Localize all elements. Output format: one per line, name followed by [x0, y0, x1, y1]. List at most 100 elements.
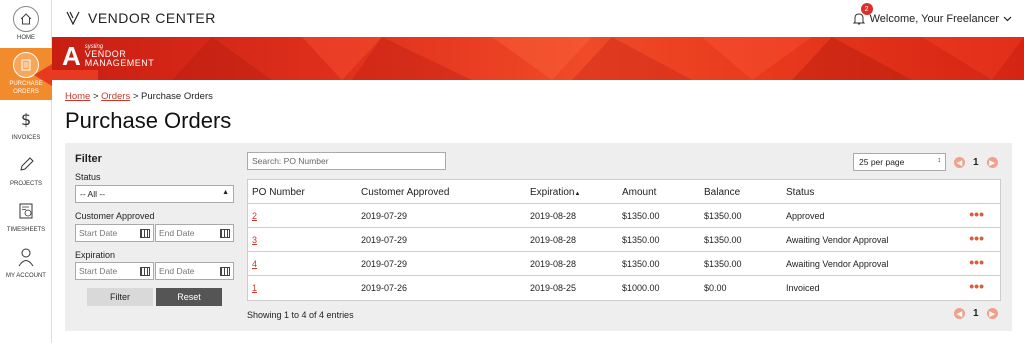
sidebar-item-timesheets[interactable]: TIMESHEETS [0, 198, 52, 238]
top-header: VENDOR CENTER 2 Welcome, Your Freelancer [52, 0, 1024, 37]
bell-icon[interactable]: 2 [852, 3, 873, 26]
po-number-link[interactable]: 2 [252, 211, 257, 221]
filter-title: Filter [75, 153, 102, 165]
approved-start-date-input[interactable]: Start Date [75, 224, 154, 242]
sidebar-item-projects[interactable]: PROJECTS [0, 152, 52, 192]
expiration-cell: 2019-08-28 [530, 211, 577, 221]
pagination-top: ◀ 1 ▶ [954, 157, 998, 168]
prev-page-icon[interactable]: ◀ [954, 308, 965, 319]
amount-cell: $1000.00 [622, 283, 660, 293]
select-caret-icon: ↕ [937, 157, 942, 164]
balance-cell: $1350.00 [704, 235, 742, 245]
table-row: 1 2019-07-26 2019-08-25 $1000.00 $0.00 I… [248, 276, 1000, 300]
row-actions-icon[interactable]: ••• [969, 255, 984, 269]
calendar-icon[interactable] [220, 229, 230, 238]
expiration-label: Expiration [75, 250, 116, 260]
dollar-icon: $ [13, 106, 39, 132]
column-header-status[interactable]: Status [786, 187, 814, 198]
column-header-po-number[interactable]: PO Number [252, 187, 305, 198]
column-header-customer-approved[interactable]: Customer Approved [361, 187, 449, 198]
reset-button[interactable]: Reset [156, 288, 222, 306]
customer-approved-cell: 2019-07-29 [361, 235, 408, 245]
search-input[interactable]: Search: PO Number [247, 152, 446, 170]
status-cell: Awaiting Vendor Approval [786, 235, 889, 245]
expiration-start-date-input[interactable]: Start Date [75, 262, 154, 280]
breadcrumb-orders-link[interactable]: Orders [101, 91, 130, 102]
next-page-icon[interactable]: ▶ [986, 308, 998, 319]
po-number-link[interactable]: 3 [252, 235, 257, 245]
date-placeholder: End Date [159, 228, 195, 238]
status-select[interactable]: -- All -- ▲ [75, 185, 234, 203]
breadcrumb-current: Purchase Orders [141, 91, 213, 102]
breadcrumb-home-link[interactable]: Home [65, 91, 90, 102]
table-row: 3 2019-07-29 2019-08-28 $1350.00 $1350.0… [248, 228, 1000, 252]
sidebar: HOME PURCHASE ORDERS $ INVOICES PROJECTS… [0, 0, 52, 343]
sidebar-item-label: MY ACCOUNT [6, 273, 46, 279]
status-cell: Awaiting Vendor Approval [786, 259, 889, 269]
customer-approved-cell: 2019-07-29 [361, 259, 408, 269]
expiration-cell: 2019-08-28 [530, 235, 577, 245]
timesheet-icon [13, 198, 39, 224]
current-page[interactable]: 1 [973, 308, 979, 319]
expiration-cell: 2019-08-28 [530, 259, 577, 269]
row-actions-icon[interactable]: ••• [969, 231, 984, 245]
status-select-value: -- All -- [80, 189, 106, 199]
hero-banner: A sysling VENDOR MANAGEMENT [52, 37, 1024, 80]
pagination-bottom: ◀ 1 ▶ [954, 308, 998, 319]
filter-button[interactable]: Filter [87, 288, 153, 306]
pointer-arrow-icon [34, 64, 98, 86]
next-page-icon[interactable]: ▶ [986, 157, 998, 168]
approved-end-date-input[interactable]: End Date [155, 224, 234, 242]
notification-badge: 2 [860, 3, 873, 15]
prev-page-icon[interactable]: ◀ [954, 157, 965, 168]
banner-pattern [172, 37, 1024, 80]
breadcrumb-separator: > [130, 91, 142, 102]
per-page-select[interactable]: 25 per page ↕ [853, 153, 946, 171]
table-row: 2 2019-07-29 2019-08-28 $1350.00 $1350.0… [248, 204, 1000, 228]
column-header-balance[interactable]: Balance [704, 187, 740, 198]
current-page[interactable]: 1 [973, 157, 979, 168]
brand-title: VENDOR CENTER [88, 10, 216, 26]
brand[interactable]: VENDOR CENTER [66, 10, 216, 26]
status-cell: Approved [786, 211, 825, 221]
date-placeholder: End Date [159, 266, 195, 276]
entries-info: Showing 1 to 4 of 4 entries [247, 310, 354, 320]
user-menu[interactable]: 2 Welcome, Your Freelancer [852, 3, 1012, 26]
sidebar-item-home[interactable]: HOME [0, 4, 52, 48]
column-header-amount[interactable]: Amount [622, 187, 656, 198]
expiration-cell: 2019-08-25 [530, 283, 577, 293]
sidebar-item-label: TIMESHEETS [6, 227, 46, 233]
customer-approved-cell: 2019-07-29 [361, 211, 408, 221]
amount-cell: $1350.00 [622, 211, 660, 221]
v-logo-icon [66, 11, 80, 25]
row-actions-icon[interactable]: ••• [969, 279, 984, 293]
row-actions-icon[interactable]: ••• [969, 207, 984, 221]
content-panel: Filter Status -- All -- ▲ Customer Appro… [65, 143, 1012, 331]
chevron-down-icon [1003, 13, 1012, 25]
calendar-icon[interactable] [140, 267, 150, 276]
sidebar-item-invoices[interactable]: $ INVOICES [0, 106, 52, 146]
user-icon [13, 244, 39, 270]
calendar-icon[interactable] [220, 267, 230, 276]
breadcrumb: Home > Orders > Purchase Orders [65, 91, 213, 102]
welcome-text: Welcome, Your Freelancer [869, 13, 999, 25]
expiration-end-date-input[interactable]: End Date [155, 262, 234, 280]
date-placeholder: Start Date [79, 228, 118, 238]
table-row: 4 2019-07-29 2019-08-28 $1350.00 $1350.0… [248, 252, 1000, 276]
sidebar-item-my-account[interactable]: MY ACCOUNT [0, 244, 52, 284]
home-icon [13, 6, 39, 32]
calendar-icon[interactable] [140, 229, 150, 238]
select-caret-icon: ▲ [222, 189, 229, 196]
column-header-expiration[interactable]: Expiration▲ [530, 187, 580, 198]
sidebar-item-label: INVOICES [11, 135, 41, 141]
sidebar-item-label: HOME [17, 35, 35, 41]
po-number-link[interactable]: 4 [252, 259, 257, 269]
sort-ascending-icon: ▲ [574, 191, 581, 197]
customer-approved-label: Customer Approved [75, 211, 155, 221]
column-header-expiration-label: Expiration [530, 187, 575, 198]
balance-cell: $1350.00 [704, 211, 742, 221]
po-number-link[interactable]: 1 [252, 283, 257, 293]
status-label: Status [75, 172, 101, 182]
amount-cell: $1350.00 [622, 259, 660, 269]
balance-cell: $1350.00 [704, 259, 742, 269]
